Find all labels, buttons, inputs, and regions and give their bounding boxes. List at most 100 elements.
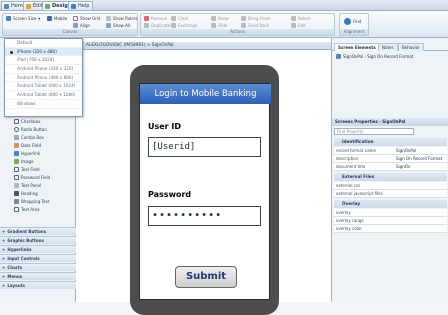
home-icon <box>4 3 9 9</box>
submit-button[interactable]: Submit <box>175 266 237 288</box>
combo-icon <box>14 135 19 140</box>
menu-item-android-phone-small[interactable]: Android Phone (240 x 320) <box>5 65 82 74</box>
show-all-button[interactable]: Show All <box>106 23 130 28</box>
section-overlay[interactable]: Overlay <box>334 200 447 208</box>
tab-notes[interactable]: Notes <box>378 43 398 51</box>
ruler-icon <box>106 16 111 21</box>
tool-text-area[interactable]: Text Area <box>14 206 40 213</box>
tool-wrapping-text[interactable]: Wrapping Text <box>14 198 50 205</box>
menu-item-default[interactable]: Default <box>5 39 82 48</box>
tool-hyperlink[interactable]: Hyperlink <box>14 150 40 157</box>
user-id-field[interactable]: [Userid] <box>148 137 261 157</box>
phone-frame: Login to Mobile Banking User ID [Userid]… <box>130 65 279 315</box>
menu-item-ipad[interactable]: iPad (768 x 1024) <box>5 56 82 66</box>
menu-item-android-tablet-small[interactable]: Android Tablet (600 x 1024) <box>5 82 82 92</box>
category-graphic-buttons[interactable]: + Graphic Buttons <box>0 236 76 244</box>
menu-item-iphone[interactable]: iPhone (320 x 480) <box>5 47 82 57</box>
tool-text-panel[interactable]: Text Panel <box>14 182 41 189</box>
mobile-icon <box>47 16 52 21</box>
design-icon <box>45 3 50 9</box>
category-layouts[interactable]: + Layouts <box>0 281 76 289</box>
breadcrumb: ALEXLOGOUSSIC (IM58981) > SignOnPal <box>76 42 331 50</box>
send-back-button[interactable]: Send Back <box>241 23 269 28</box>
clear-button[interactable]: Clear <box>171 16 188 21</box>
find-button[interactable]: Find <box>344 18 361 25</box>
hide-button[interactable]: Hide <box>211 23 227 28</box>
checkbox-icon <box>14 119 19 124</box>
password-field[interactable]: •••••••••• <box>148 206 261 226</box>
property-row[interactable]: external javascript files <box>334 190 447 198</box>
design-canvas: ALEXLOGOUSSIC (IM58981) > SignOnPal Logi… <box>76 38 331 315</box>
tool-image[interactable]: Image <box>14 158 34 165</box>
user-id-label[interactable]: User ID <box>148 122 181 131</box>
category-menus[interactable]: + Menus <box>0 272 76 280</box>
expand-icon: + <box>2 238 6 243</box>
tab-screen-elements[interactable]: Screen Elements <box>334 43 380 51</box>
element-tree-item[interactable]: SignOnPal - Sign On Record Format <box>336 54 413 59</box>
bring-front-icon <box>241 16 246 21</box>
exchange-button[interactable]: Exchange <box>171 23 198 28</box>
property-row[interactable]: external css <box>334 182 447 190</box>
textarea-icon <box>14 207 19 212</box>
expand-icon: + <box>2 283 6 288</box>
right-tabs: Screen Elements Notes Behavior <box>332 42 448 51</box>
category-charts[interactable]: + Charts <box>0 263 76 271</box>
exchange-icon <box>171 23 176 28</box>
password-label[interactable]: Password <box>148 190 191 199</box>
group-title-canvas: Canvas <box>3 29 137 35</box>
property-search-input[interactable]: Find Property <box>334 128 414 135</box>
category-hyperlinks[interactable]: + Hyperlinks <box>0 245 76 253</box>
expand-icon: + <box>2 247 6 252</box>
tool-heading[interactable]: Heading <box>14 190 38 197</box>
category-input-controls[interactable]: + Input Controls <box>0 254 76 262</box>
select-button[interactable]: Select <box>291 16 310 21</box>
help-icon <box>71 3 76 9</box>
app-title[interactable]: Login to Mobile Banking <box>140 84 271 104</box>
tool-checkbox[interactable]: Checkbox <box>14 118 41 125</box>
tool-text-field[interactable]: Text Field <box>14 166 40 173</box>
password-icon <box>14 175 19 180</box>
tool-radio-button[interactable]: Radio Button <box>14 126 47 133</box>
ribbon: Screen Size ▾ Mobile Show Grid Show Ruler… <box>0 11 448 38</box>
link-icon <box>14 151 19 156</box>
screen-size-icon <box>6 16 11 21</box>
group-alignment: Find Alignment <box>339 13 369 36</box>
property-row[interactable]: overlay range <box>334 217 447 225</box>
section-identification[interactable]: Identification <box>334 138 447 146</box>
align-button[interactable]: Align <box>73 23 90 28</box>
edit-button[interactable]: Edit <box>291 23 306 28</box>
clear-icon <box>171 16 176 21</box>
property-row[interactable]: description Sign On Record Format <box>334 155 447 163</box>
expand-icon: + <box>2 229 6 234</box>
duplicate-button[interactable]: Duplicate <box>144 23 170 28</box>
tab-help[interactable]: Help <box>68 1 94 10</box>
show-button[interactable]: Show <box>211 16 229 21</box>
group-canvas: Screen Size ▾ Mobile Show Grid Show Ruler… <box>2 13 138 36</box>
show-rulers-button[interactable]: Show Rulers <box>106 16 138 21</box>
properties-title: Screens Properties - SignOnPal <box>332 118 448 126</box>
show-grid-button[interactable]: Show Grid <box>73 16 100 21</box>
menu-item-windows[interactable]: Windows <box>5 100 82 109</box>
tool-combo-box[interactable]: Combo Box <box>14 134 44 141</box>
section-external-files[interactable]: External Files <box>334 173 447 181</box>
tool-password-field[interactable]: Password Field <box>14 174 50 181</box>
align-icon <box>73 23 78 28</box>
bring-front-button[interactable]: Bring Front <box>241 16 270 21</box>
menu-item-android-tablet-large[interactable]: Android Tablet (800 x 1280) <box>5 91 82 100</box>
menu-item-android-phone-large[interactable]: Android Phone (480 x 800) <box>5 74 82 83</box>
image-icon <box>14 159 19 164</box>
radio-icon <box>14 127 19 132</box>
property-row[interactable]: overlay <box>334 209 447 217</box>
tool-date-field[interactable]: Date Field <box>14 142 41 149</box>
mobile-button[interactable]: Mobile <box>47 16 67 21</box>
tab-behavior[interactable]: Behavior <box>398 43 424 51</box>
property-row[interactable]: overlay color <box>334 225 447 233</box>
property-row[interactable]: record format name SignOnPal <box>334 147 447 155</box>
property-row[interactable]: document title SignOn <box>334 163 447 171</box>
expand-icon: + <box>2 256 6 261</box>
remove-button[interactable]: Remove <box>144 16 167 21</box>
group-title-actions: Actions <box>141 29 334 35</box>
screen-size-button[interactable]: Screen Size ▾ <box>6 16 40 21</box>
hide-icon <box>211 23 216 28</box>
category-gradient-buttons[interactable]: + Gradient Buttons <box>0 227 76 235</box>
